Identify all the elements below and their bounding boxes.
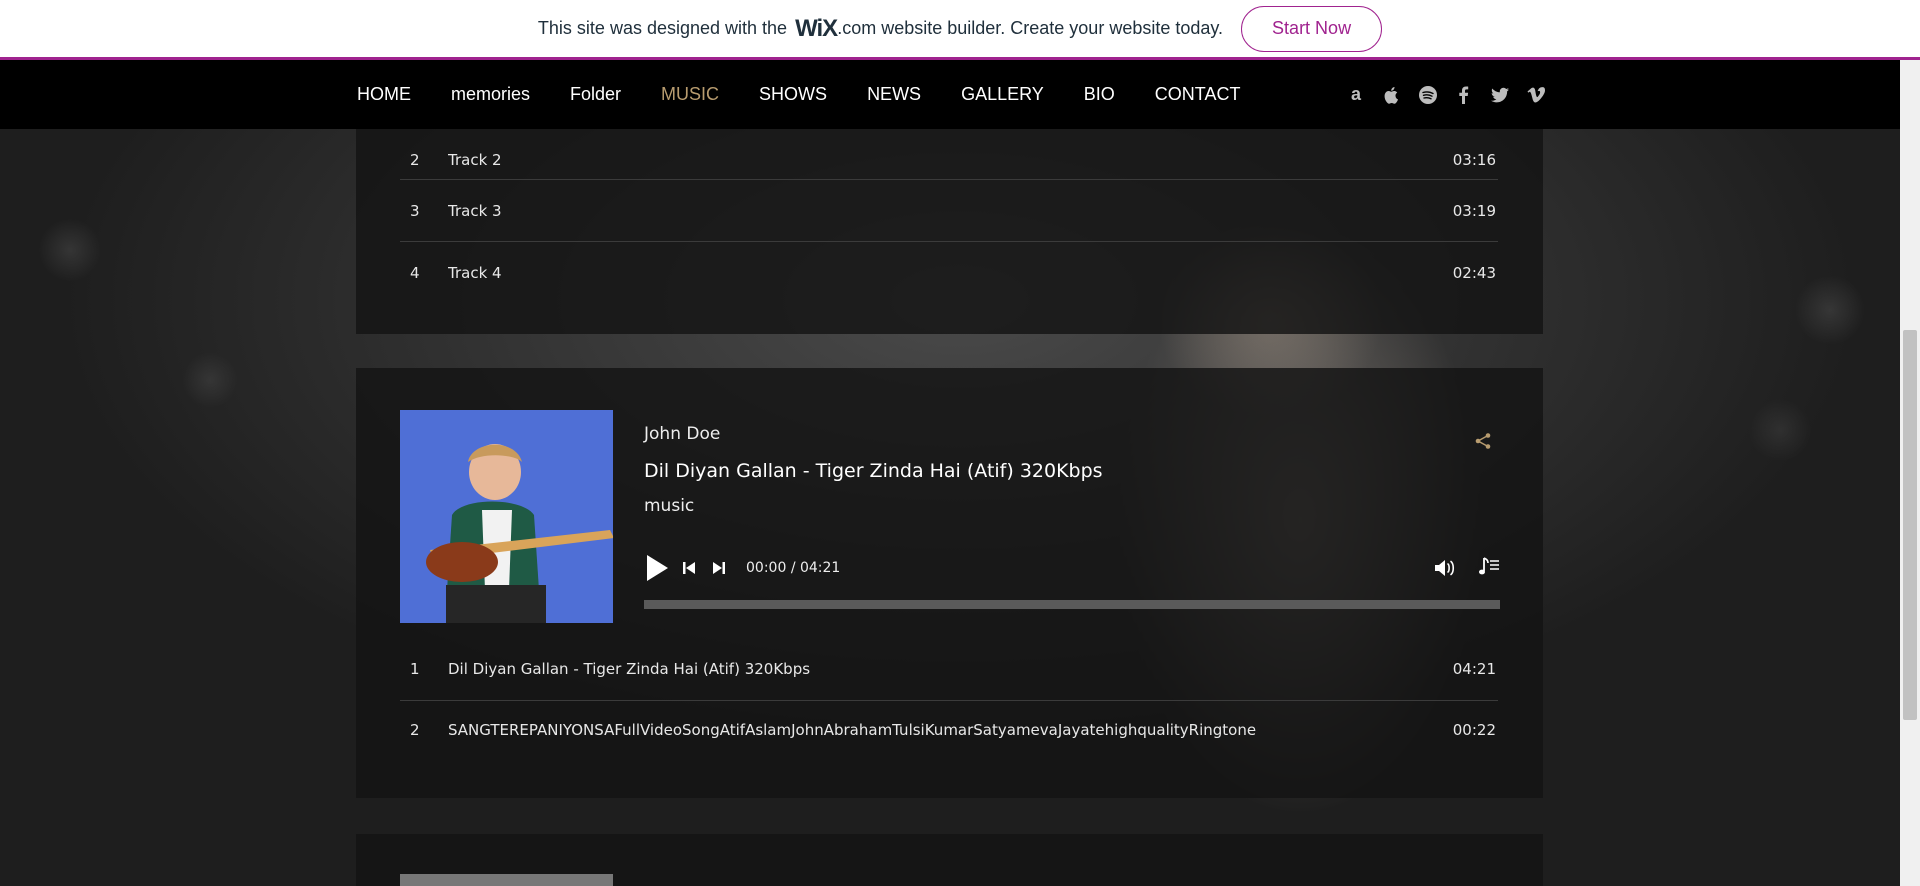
music-player-panel: John Doe Dil Diyan Gallan - Tiger Zinda … [356, 368, 1543, 798]
social-links: a [1345, 60, 1547, 129]
time-display: 00:00 / 04:21 [746, 560, 840, 576]
now-playing-title: Dil Diyan Gallan - Tiger Zinda Hai (Atif… [644, 460, 1103, 482]
current-time: 00:00 [746, 560, 787, 576]
playlist-icon[interactable] [1478, 556, 1500, 578]
banner-text-before: This site was designed with the [537, 18, 788, 38]
track-row[interactable]: 3 Track 3 03:19 [400, 180, 1498, 242]
nav-item-shows[interactable]: SHOWS [759, 84, 827, 105]
nav-item-bio[interactable]: BIO [1084, 84, 1115, 105]
track-title: SANGTEREPANIYONSAFullVideoSongAtifAslamJ… [448, 721, 1257, 739]
spotify-icon[interactable] [1417, 84, 1439, 106]
nav-item-contact[interactable]: CONTACT [1155, 84, 1241, 105]
previous-track-button[interactable] [682, 561, 696, 575]
album-panel-3 [356, 834, 1543, 886]
track-number: 4 [410, 264, 420, 282]
nav-menu: HOME memories Folder MUSIC SHOWS NEWS GA… [357, 60, 1280, 129]
album-name: music [644, 496, 695, 516]
share-icon[interactable] [1474, 432, 1492, 450]
volume-icon[interactable] [1433, 558, 1457, 578]
album-cover [400, 410, 613, 623]
nav-item-news[interactable]: NEWS [867, 84, 921, 105]
album-panel-1: 2 Track 2 03:16 3 Track 3 03:19 4 Track … [356, 129, 1543, 334]
track-title: Track 4 [448, 264, 502, 282]
amazon-icon[interactable]: a [1345, 84, 1367, 106]
nav-item-folder[interactable]: Folder [570, 84, 621, 105]
track-title: Dil Diyan Gallan - Tiger Zinda Hai (Atif… [448, 660, 811, 678]
apple-icon[interactable] [1381, 84, 1403, 106]
play-button[interactable] [644, 553, 670, 583]
track-title: Track 3 [448, 202, 502, 220]
wix-logo: WiX [795, 14, 838, 42]
time-separator: / [790, 560, 796, 576]
nav-item-home[interactable]: HOME [357, 84, 411, 105]
track-duration: 03:16 [1452, 151, 1496, 169]
facebook-icon[interactable] [1453, 84, 1475, 106]
player-controls: 00:00 / 04:21 [644, 552, 840, 584]
start-now-button[interactable]: Start Now [1241, 5, 1383, 52]
track-row[interactable]: 1 Dil Diyan Gallan - Tiger Zinda Hai (At… [400, 638, 1498, 700]
scrollbar-thumb[interactable] [1903, 330, 1917, 720]
track-number: 2 [410, 721, 420, 739]
next-track-button[interactable] [712, 561, 726, 575]
track-number: 1 [410, 660, 420, 678]
album-cover [400, 874, 613, 886]
track-row[interactable]: 2 SANGTEREPANIYONSAFullVideoSongAtifAsla… [400, 699, 1498, 761]
track-duration: 00:22 [1452, 721, 1496, 739]
vimeo-icon[interactable] [1525, 84, 1547, 106]
nav-item-music[interactable]: MUSIC [661, 84, 719, 105]
twitter-icon[interactable] [1489, 84, 1511, 106]
page-scrollbar[interactable] [1900, 60, 1920, 886]
site-navbar: HOME memories Folder MUSIC SHOWS NEWS GA… [0, 60, 1900, 129]
progress-bar[interactable] [644, 600, 1500, 609]
track-number: 2 [410, 151, 420, 169]
track-duration: 02:43 [1452, 264, 1496, 282]
wix-banner: This site was designed with the WiX .com … [0, 0, 1920, 60]
track-number: 3 [410, 202, 420, 220]
track-row[interactable]: 4 Track 4 02:43 [400, 242, 1498, 304]
track-duration: 04:21 [1452, 660, 1496, 678]
track-title: Track 2 [448, 151, 502, 169]
nav-item-gallery[interactable]: GALLERY [961, 84, 1044, 105]
total-time: 04:21 [799, 560, 841, 576]
banner-text-after: .com website builder. Create your websit… [837, 18, 1224, 38]
artist-name: John Doe [644, 424, 721, 444]
track-duration: 03:19 [1452, 202, 1496, 220]
nav-item-memories[interactable]: memories [451, 84, 530, 105]
